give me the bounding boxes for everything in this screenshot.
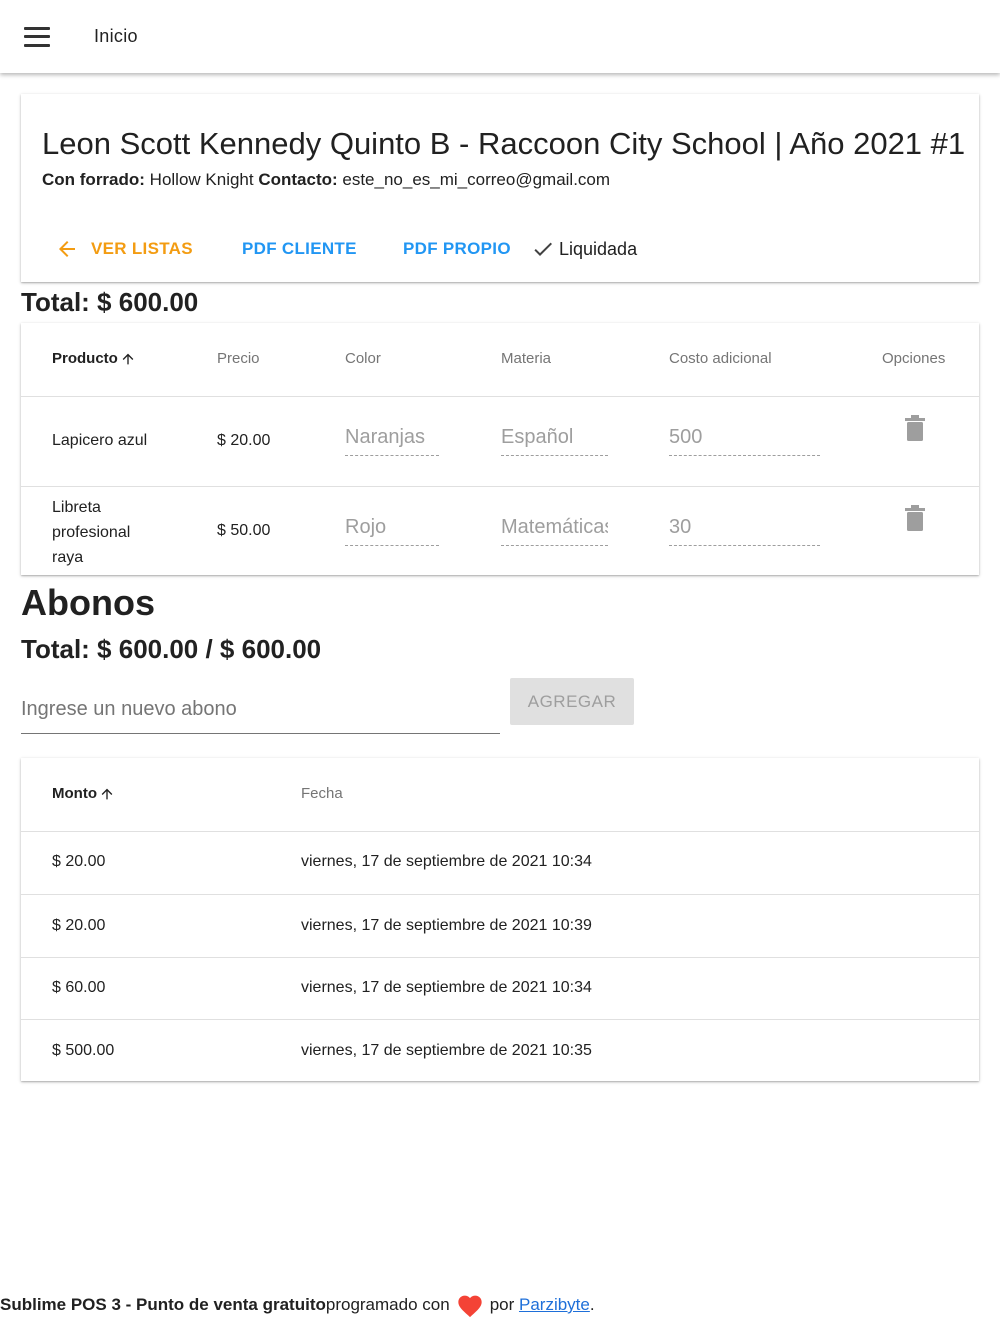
cell-producto: Libreta profesional raya: [52, 499, 131, 566]
arrow-up-icon: [122, 353, 134, 364]
parzibyte-link[interactable]: Parzibyte: [519, 1295, 590, 1315]
row-divider: [21, 957, 979, 958]
column-costo-adicional[interactable]: Costo adicional: [669, 350, 772, 367]
row-divider: [21, 894, 979, 895]
heart-icon: [458, 1295, 482, 1318]
cell-monto: $ 500.00: [52, 1042, 115, 1059]
color-input[interactable]: Naranjas: [345, 426, 439, 456]
status-liquidada: Liquidada: [531, 230, 637, 268]
column-producto[interactable]: Producto: [52, 350, 136, 367]
footer-text: programado con: [325, 1295, 450, 1314]
color-input[interactable]: Rojo: [345, 516, 439, 546]
ver-listas-button[interactable]: VER LISTAS: [55, 230, 193, 268]
header-actions: VER LISTAS PDF CLIENTE PDF PROPIO Liquid…: [21, 230, 979, 268]
products-total: Total: $ 600.00: [21, 287, 199, 317]
list-meta: Con forrado: Hollow Knight Contacto: est…: [42, 170, 610, 190]
check-icon: [534, 242, 552, 256]
arrow-left-icon: [59, 241, 75, 257]
abonos-table: Monto Fecha $ 20.00 viernes, 17 de septi…: [21, 758, 979, 1081]
cell-fecha: viernes, 17 de septiembre de 2021 10:39: [301, 917, 592, 934]
footer-brand: Sublime POS 3 - Punto de venta gratuito: [0, 1295, 326, 1314]
footer: Sublime POS 3 - Punto de venta gratuito …: [0, 1292, 595, 1318]
pdf-cliente-button[interactable]: PDF CLIENTE: [242, 230, 357, 268]
trash-icon[interactable]: [905, 505, 925, 531]
cell-precio: $ 20.00: [217, 432, 271, 449]
column-precio[interactable]: Precio: [217, 350, 260, 367]
trash-icon[interactable]: [905, 415, 925, 441]
cell-monto: $ 20.00: [52, 853, 106, 870]
app-bar: Inicio: [0, 0, 1000, 73]
column-producto-label: Producto: [52, 350, 118, 367]
column-monto-label: Monto: [52, 785, 97, 802]
forrado-label: Con forrado:: [42, 170, 145, 189]
row-divider: [21, 396, 979, 397]
materia-input[interactable]: Español: [501, 426, 608, 456]
column-opciones: Opciones: [882, 350, 946, 367]
row-divider: [21, 831, 979, 832]
column-fecha[interactable]: Fecha: [301, 785, 343, 802]
cell-producto: Lapicero azul: [52, 432, 148, 449]
abonos-total: Total: $ 600.00 / $ 600.00: [21, 634, 322, 664]
cell-fecha: viernes, 17 de septiembre de 2021 10:34: [301, 979, 592, 996]
materia-input[interactable]: Matemáticas: [501, 516, 608, 546]
arrow-up-icon: [101, 788, 113, 799]
column-monto[interactable]: Monto: [52, 785, 115, 802]
cell-fecha: viernes, 17 de septiembre de 2021 10:35: [301, 1042, 592, 1059]
list-header-card: Leon Scott Kennedy Quinto B - Raccoon Ci…: [21, 94, 979, 282]
products-table: Producto Precio Color Materia Costo adic…: [21, 323, 979, 575]
agregar-button[interactable]: AGREGAR: [510, 678, 634, 725]
forrado-value: Hollow Knight: [144, 170, 259, 189]
menu-icon[interactable]: [24, 26, 50, 47]
cell-monto: $ 60.00: [52, 979, 106, 996]
ver-listas-label: VER LISTAS: [91, 239, 193, 258]
cell-precio: $ 50.00: [217, 522, 271, 539]
contacto-value: este_no_es_mi_correo@gmail.com: [337, 170, 611, 189]
costo-adicional-input[interactable]: 500: [669, 426, 820, 456]
cell-fecha: viernes, 17 de septiembre de 2021 10:34: [301, 853, 592, 870]
app-title: Inicio: [94, 26, 138, 46]
row-divider: [21, 486, 979, 487]
row-divider: [21, 1019, 979, 1020]
footer-by: por: [489, 1295, 519, 1314]
costo-adicional-input[interactable]: 30: [669, 516, 820, 546]
status-label: Liquidada: [559, 238, 638, 259]
abono-input[interactable]: [21, 690, 500, 734]
list-title: Leon Scott Kennedy Quinto B - Raccoon Ci…: [42, 126, 966, 161]
pdf-propio-button[interactable]: PDF PROPIO: [403, 230, 511, 268]
contacto-label: Contacto:: [258, 170, 338, 189]
cell-monto: $ 20.00: [52, 917, 106, 934]
abonos-heading: Abonos: [21, 582, 155, 623]
column-materia[interactable]: Materia: [501, 350, 551, 367]
column-color[interactable]: Color: [345, 350, 381, 367]
footer-end: .: [589, 1295, 595, 1314]
